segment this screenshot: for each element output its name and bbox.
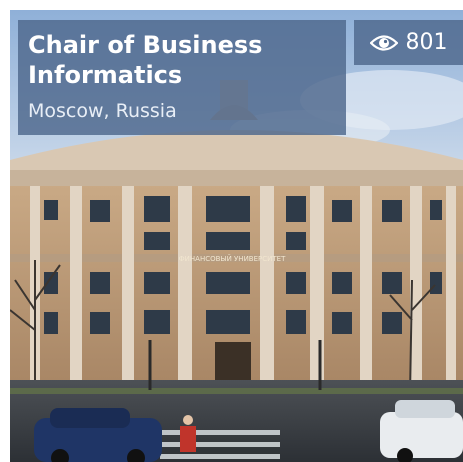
building-sign: ФИНАНСОВЫЙ УНИВЕРСИТЕТ <box>179 254 286 263</box>
card-title[interactable]: Chair of Business Informatics <box>28 30 338 90</box>
title-overlay: Chair of Business Informatics Moscow, Ru… <box>18 20 346 135</box>
university-card[interactable]: ФИНАНСОВЫЙ УНИВЕРСИТЕТ Chair of Business… <box>10 10 463 462</box>
eye-icon <box>369 34 398 51</box>
card-location: Moscow, Russia <box>28 100 177 122</box>
views-count: 801 <box>405 30 448 55</box>
views-counter: 801 <box>354 20 463 65</box>
